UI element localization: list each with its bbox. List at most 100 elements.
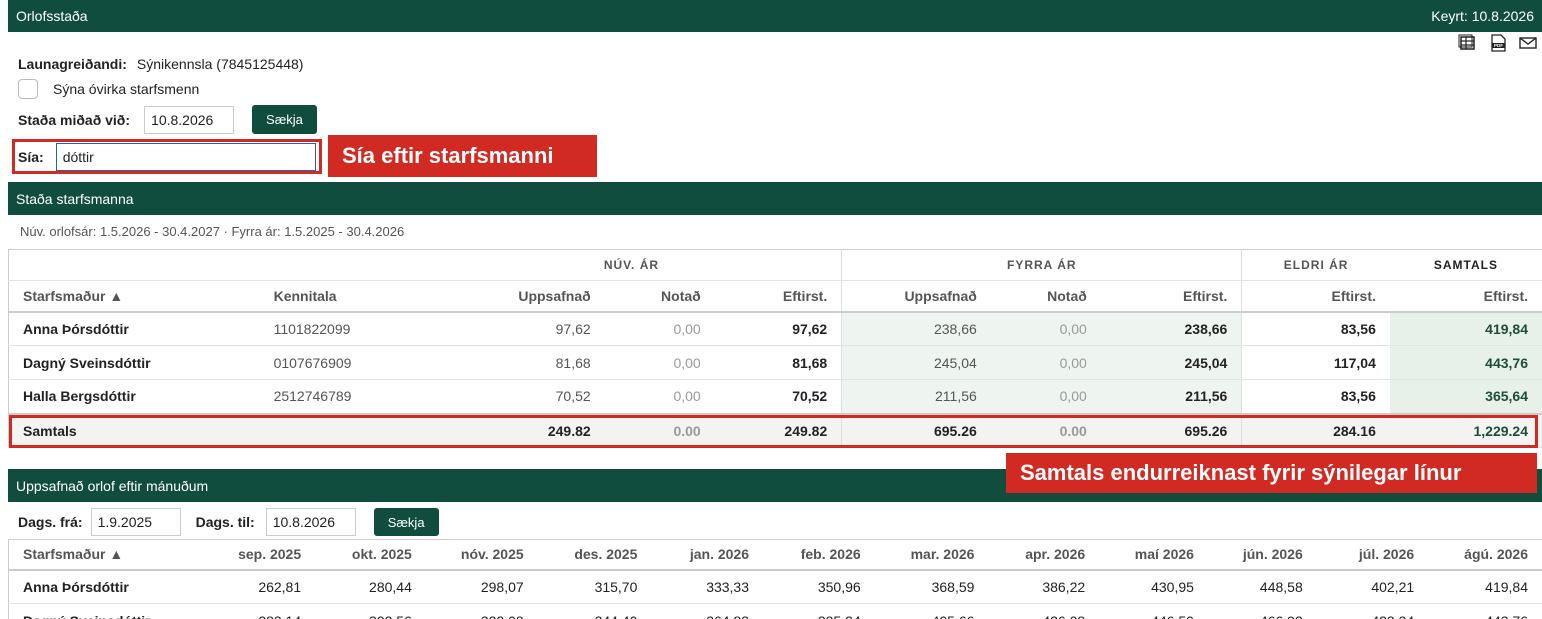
show-inactive-checkbox[interactable]: [18, 79, 38, 99]
older-remaining: 83,56: [1241, 311, 1390, 346]
fetch-monthly-button[interactable]: Sækja: [373, 508, 439, 536]
filter-label: Sía:: [18, 149, 44, 165]
month-value: 402,21: [1316, 569, 1429, 604]
employee-ssn: 2512746789: [259, 379, 422, 414]
prev-remaining: 211,56: [1100, 379, 1242, 414]
prev-remaining: 238,66: [1100, 311, 1242, 346]
col-ssn[interactable]: Kennitala: [259, 280, 422, 313]
spreadsheet-icon[interactable]: [1458, 34, 1478, 55]
month-value: 426,08: [988, 603, 1100, 619]
table-row: Anna Þórsdóttir 1101822099 97,62 0,00 97…: [8, 311, 1542, 346]
col-month[interactable]: okt. 2025: [315, 539, 426, 571]
period-info: Núv. orlofsár: 1.5.2026 - 30.4.2027 · Fy…: [20, 224, 405, 239]
col-month[interactable]: des. 2025: [537, 539, 652, 571]
col-employee[interactable]: Starfsmaður ▲: [8, 539, 178, 571]
section-header-status: Staða starfsmanna: [8, 182, 1542, 215]
cur-remaining: 97,62: [714, 311, 842, 346]
prev-remaining: 245,04: [1100, 345, 1242, 380]
filter-callout: Sía eftir starfsmanni: [328, 135, 597, 177]
table-row: Anna Þórsdóttir 262,81 280,44 298,07 315…: [8, 569, 1542, 604]
to-date-label: Dags. til:: [195, 514, 255, 530]
employer-label: Launagreiðandi:: [18, 56, 127, 72]
cur-used: 0,00: [604, 311, 715, 346]
col-month[interactable]: mar. 2026: [874, 539, 989, 571]
month-value: 448,58: [1207, 569, 1317, 604]
col-cur-used[interactable]: Notað: [604, 280, 715, 313]
section-title-status: Staða starfsmanna: [16, 190, 134, 207]
fetch-status-button[interactable]: Sækja: [252, 105, 317, 134]
employee-name: Anna Þórsdóttir: [8, 569, 178, 604]
prev-accrued: 211,56: [841, 379, 991, 414]
col-cur-accrued[interactable]: Uppsafnað: [421, 280, 605, 313]
cur-used: 0,00: [604, 379, 715, 414]
month-value: 443,76: [1428, 603, 1542, 619]
totals-highlight: [9, 415, 1538, 448]
col-month[interactable]: júl. 2026: [1316, 539, 1429, 571]
month-value: 368,59: [874, 569, 989, 604]
pdf-icon[interactable]: PDF: [1488, 34, 1508, 55]
col-month[interactable]: nóv. 2025: [425, 539, 538, 571]
group-older-years: ELDRI ÁR: [1241, 249, 1390, 281]
col-month[interactable]: maí 2026: [1099, 539, 1208, 571]
table-row: Dagný Sveinsdóttir 283,14 302,56 322,08 …: [8, 603, 1542, 619]
cur-accrued: 97,62: [421, 311, 605, 346]
month-value: 350,96: [763, 569, 875, 604]
col-total-remaining[interactable]: Eftirst.: [1389, 280, 1542, 313]
employee-name: Dagný Sveinsdóttir: [8, 345, 260, 380]
monthly-table: Starfsmaður ▲ sep. 2025 okt. 2025 nóv. 2…: [8, 539, 1542, 619]
cur-used: 0,00: [604, 345, 715, 380]
col-month[interactable]: jan. 2026: [651, 539, 764, 571]
table-row: Halla Bergsdóttir 2512746789 70,52 0,00 …: [8, 379, 1542, 414]
col-employee[interactable]: Starfsmaður ▲: [8, 280, 260, 313]
col-prev-used[interactable]: Notað: [990, 280, 1101, 313]
date-range-row: Dags. frá: 1.9.2025 Dags. til: 10.8.2026…: [18, 508, 439, 536]
month-value: 364,82: [651, 603, 764, 619]
month-value: 405,66: [874, 603, 989, 619]
employee-name: Anna Þórsdóttir: [8, 311, 260, 346]
employee-name: Halla Bergsdóttir: [8, 379, 260, 414]
month-value: 386,22: [988, 569, 1100, 604]
status-date-label: Staða miðað við:: [18, 111, 131, 128]
export-toolbar: PDF: [1458, 34, 1538, 55]
month-value: 430,95: [1099, 569, 1208, 604]
filter-input[interactable]: dóttir: [55, 143, 316, 171]
total-remaining: 419,84: [1389, 311, 1542, 346]
month-value: 446,50: [1099, 603, 1208, 619]
month-value: 419,84: [1428, 569, 1542, 604]
monthly-header-row: Starfsmaður ▲ sep. 2025 okt. 2025 nóv. 2…: [8, 539, 1542, 571]
col-month[interactable]: sep. 2025: [177, 539, 316, 571]
group-current-year: NÚV. ÁR: [421, 249, 842, 281]
page-header: Orlofsstaða Keyrt: 10.8.2026: [8, 0, 1542, 32]
col-cur-remaining[interactable]: Eftirst.: [714, 280, 842, 313]
month-value: 283,14: [177, 603, 316, 619]
prev-accrued: 245,04: [841, 345, 991, 380]
col-month[interactable]: apr. 2026: [988, 539, 1100, 571]
mail-icon[interactable]: [1518, 34, 1538, 55]
section-title-monthly: Uppsafnað orlof eftir mánuðum: [16, 477, 209, 494]
cur-remaining: 81,68: [714, 345, 842, 380]
total-remaining: 443,76: [1389, 345, 1542, 380]
month-value: 385,24: [763, 603, 875, 619]
col-month[interactable]: jún. 2026: [1207, 539, 1317, 571]
from-date-input[interactable]: 1.9.2025: [90, 508, 181, 536]
col-prev-accrued[interactable]: Uppsafnað: [841, 280, 991, 313]
group-previous-year: FYRRA ÁR: [841, 249, 1242, 281]
to-date-input[interactable]: 10.8.2026: [265, 508, 356, 536]
col-older-remaining[interactable]: Eftirst.: [1241, 280, 1390, 313]
status-date-input[interactable]: 10.8.2026: [144, 105, 235, 134]
status-date-row: Staða miðað við: 10.8.2026 Sækja: [18, 105, 317, 134]
col-month[interactable]: feb. 2026: [763, 539, 875, 571]
cur-accrued: 81,68: [421, 345, 605, 380]
svg-text:PDF: PDF: [1494, 43, 1503, 48]
col-month[interactable]: ágú. 2026: [1428, 539, 1542, 571]
col-prev-remaining[interactable]: Eftirst.: [1100, 280, 1242, 313]
page-title: Orlofsstaða: [16, 8, 88, 24]
column-header-row: Starfsmaður ▲ Kennitala Uppsafnað Notað …: [8, 280, 1542, 313]
month-value: 298,07: [425, 569, 538, 604]
prev-accrued: 238,66: [841, 311, 991, 346]
month-value: 262,81: [177, 569, 316, 604]
run-date: Keyrt: 10.8.2026: [1431, 8, 1534, 24]
totals-callout: Samtals endurreiknast fyrir sýnilegar lí…: [1006, 453, 1537, 493]
month-value: 344,40: [537, 603, 652, 619]
show-inactive-label: Sýna óvirka starfsmenn: [53, 81, 200, 97]
